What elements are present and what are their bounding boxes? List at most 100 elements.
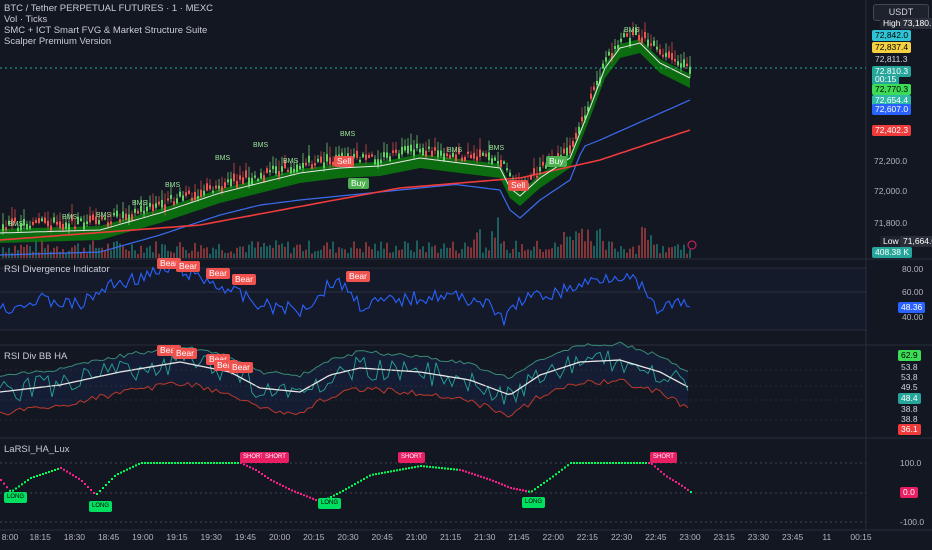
volume-bar [452,241,454,258]
chart-canvas[interactable] [0,0,932,550]
candle-body [473,152,475,159]
larsi-dot [516,488,518,491]
volume-bar [359,248,361,258]
larsi-dot [339,491,341,494]
volume-bar [602,240,604,258]
larsi-dot [609,462,611,464]
time-axis-label: 20:30 [337,532,359,542]
volume-bar [152,252,154,258]
candle-body [404,146,406,151]
larsi-dot [573,462,575,464]
larsi-pane-title[interactable]: LaRSI_HA_Lux [4,444,69,455]
volume-bar [458,253,460,258]
candle-body [29,225,31,229]
larsi-dot [510,487,512,489]
volume-bar [251,241,253,258]
low-value: 71,664.0 [900,236,932,247]
bb-pane-title[interactable]: RSI Div BB HA [4,351,67,362]
larsi-dot [126,468,128,471]
larsi-dot [546,479,548,482]
larsi-dot [195,462,197,464]
candle-body [677,61,679,66]
volume-bar [8,247,10,258]
volume-bar [674,246,676,258]
candle-body [119,219,121,223]
volume-bar [191,250,193,258]
time-axis-label: 23:15 [713,532,735,542]
larsi-dot [591,462,593,464]
indicator-volume[interactable]: Vol · Ticks [4,14,213,25]
candle-body [371,154,373,157]
candle-body [296,164,298,173]
buy-signal[interactable]: Buy [348,178,369,189]
time-axis-label: 20:15 [303,532,325,542]
larsi-dot [639,462,641,464]
time-axis-label: 21:00 [405,532,428,542]
candle-body [47,220,49,227]
volume-bar [287,241,289,258]
larsi-dot [192,462,194,464]
sell-signal[interactable]: Sell [508,180,529,191]
candle-body [317,158,319,162]
volume-bar [86,253,88,258]
volume-bar [662,246,664,258]
candle-body [410,144,412,152]
symbol-title[interactable]: BTC / Tether PERPETUAL FUTURES · 1 · MEX… [4,3,213,14]
larsi-dot [105,484,107,486]
candle-body [92,214,94,221]
larsi-dot [54,469,56,471]
volume-bar [197,251,199,258]
larsi-dot [585,462,587,464]
volume-bar [92,240,94,258]
candle-body [191,197,193,201]
larsi-current-tag: 0.0 [900,487,918,498]
larsi-dot [258,471,260,473]
larsi-dot [630,462,632,464]
candle-body [149,203,151,207]
time-axis-label: 19:45 [234,532,257,542]
larsi-dot [465,470,467,473]
volume-bar [377,250,379,258]
larsi-short-label: SHORT [650,452,677,463]
volume-bar [44,248,46,258]
buy-signal[interactable]: Buy [546,156,567,167]
trading-chart[interactable] [0,0,932,550]
candle-body [464,156,466,162]
candle-body [125,213,127,221]
larsi-dot [228,462,230,464]
volume-bar [473,239,475,258]
indicator-smc[interactable]: SMC + ICT Smart FVG & Market Structure S… [4,25,213,36]
larsi-dot [42,473,44,475]
candle-body [74,226,76,229]
larsi-dot [183,462,185,464]
larsi-dot [393,469,395,472]
candle-body [164,204,166,212]
candle-body [110,221,112,225]
candle-body [44,217,46,224]
volume-bar [632,246,634,258]
volume-bar [596,230,598,258]
larsi-dot [336,493,338,495]
sell-signal[interactable]: Sell [334,156,355,167]
larsi-dot [72,474,74,477]
candle-body [383,152,385,158]
indicator-scalper[interactable]: Scalper Premium Version [4,36,213,47]
volume-bar [506,249,508,258]
volume-bar [245,252,247,258]
candle-body [395,149,397,153]
larsi-dot [135,464,137,467]
rsi-pane-title[interactable]: RSI Divergence Indicator [4,264,110,275]
volume-bar [233,253,235,258]
time-axis-label: 23:30 [747,532,770,542]
candle-body [173,201,175,206]
larsi-dot [33,476,35,478]
larsi-dot [48,471,50,473]
bms-label: BMS [96,212,112,219]
volume-bar [569,236,571,258]
larsi-dot [570,462,572,464]
volume-bar [35,240,37,258]
larsi-dot [276,482,278,484]
candle-body [326,154,328,162]
larsi-dot [483,476,485,479]
candle-body [572,141,574,147]
